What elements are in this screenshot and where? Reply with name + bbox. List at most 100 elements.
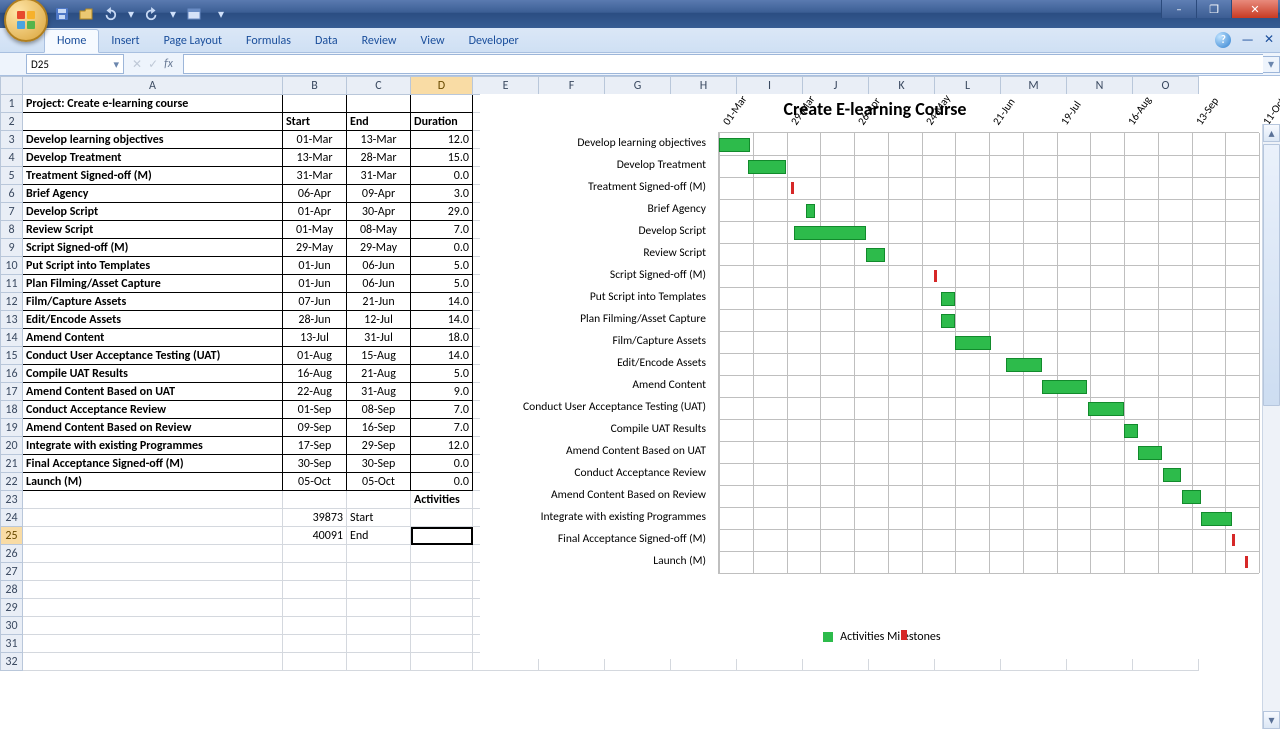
cell-D4[interactable]: 15.0 (411, 149, 473, 167)
vertical-scrollbar[interactable]: ▴ ▾ (1262, 124, 1280, 729)
col-header-J[interactable]: J (803, 77, 869, 95)
cell-B16[interactable]: 16-Aug (283, 365, 347, 383)
cell-A18[interactable]: Conduct Acceptance Review (23, 401, 283, 419)
row-header-29[interactable]: 29 (1, 599, 23, 617)
cell-D21[interactable]: 0.0 (411, 455, 473, 473)
cell-D6[interactable]: 3.0 (411, 185, 473, 203)
tab-view[interactable]: View (409, 30, 457, 52)
scroll-up-icon[interactable]: ▴ (1263, 124, 1280, 142)
row-header-8[interactable]: 8 (1, 221, 23, 239)
cell-B24[interactable]: 39873 (283, 509, 347, 527)
cell-C14[interactable]: 31-Jul (347, 329, 411, 347)
row-header-4[interactable]: 4 (1, 149, 23, 167)
cell-C32[interactable] (347, 653, 411, 671)
col-header-F[interactable]: F (539, 77, 605, 95)
cell-C12[interactable]: 21-Jun (347, 293, 411, 311)
row-header-26[interactable]: 26 (1, 545, 23, 563)
cell-A13[interactable]: Edit/Encode Assets (23, 311, 283, 329)
tab-page-layout[interactable]: Page Layout (152, 30, 234, 52)
cell-A21[interactable]: Final Acceptance Signed-off (M) (23, 455, 283, 473)
row-header-10[interactable]: 10 (1, 257, 23, 275)
cell-B7[interactable]: 01-Apr (283, 203, 347, 221)
col-header-B[interactable]: B (283, 77, 347, 95)
cell-A7[interactable]: Develop Script (23, 203, 283, 221)
cell-B29[interactable] (283, 599, 347, 617)
row-header-13[interactable]: 13 (1, 311, 23, 329)
cell-A27[interactable] (23, 563, 283, 581)
save-icon[interactable] (54, 6, 70, 22)
cell-C11[interactable]: 06-Jun (347, 275, 411, 293)
cell-A31[interactable] (23, 635, 283, 653)
cell-A3[interactable]: Develop learning objectives (23, 131, 283, 149)
chart-gantt[interactable]: Create E-learning Course 01-Mar29-Mar26-… (480, 94, 1270, 659)
expand-formula-bar-icon[interactable]: ▾ (1263, 56, 1280, 73)
cell-B13[interactable]: 28-Jun (283, 311, 347, 329)
row-header-12[interactable]: 12 (1, 293, 23, 311)
cell-C2[interactable]: End (347, 113, 411, 131)
cell-B20[interactable]: 17-Sep (283, 437, 347, 455)
cell-D2[interactable]: Duration (411, 113, 473, 131)
cell-C21[interactable]: 30-Sep (347, 455, 411, 473)
tab-formulas[interactable]: Formulas (234, 30, 303, 52)
cell-A26[interactable] (23, 545, 283, 563)
undo-dropdown-icon[interactable]: ▾ (126, 6, 136, 22)
cell-B31[interactable] (283, 635, 347, 653)
cell-C31[interactable] (347, 635, 411, 653)
cell-A24[interactable] (23, 509, 283, 527)
cell-D18[interactable]: 7.0 (411, 401, 473, 419)
cell-D7[interactable]: 29.0 (411, 203, 473, 221)
cell-B18[interactable]: 01-Sep (283, 401, 347, 419)
cell-B8[interactable]: 01-May (283, 221, 347, 239)
cell-C16[interactable]: 21-Aug (347, 365, 411, 383)
cell-C4[interactable]: 28-Mar (347, 149, 411, 167)
cell-D25[interactable] (411, 527, 473, 545)
cell-B5[interactable]: 31-Mar (283, 167, 347, 185)
cell-C22[interactable]: 05-Oct (347, 473, 411, 491)
cell-C3[interactable]: 13-Mar (347, 131, 411, 149)
row-header-25[interactable]: 25 (1, 527, 23, 545)
cell-A2[interactable] (23, 113, 283, 131)
cell-C27[interactable] (347, 563, 411, 581)
cell-D13[interactable]: 14.0 (411, 311, 473, 329)
cell-A5[interactable]: Treatment Signed-off (M) (23, 167, 283, 185)
cell-D30[interactable] (411, 617, 473, 635)
cell-D1[interactable] (411, 95, 473, 113)
open-icon[interactable] (78, 6, 94, 22)
cell-A29[interactable] (23, 599, 283, 617)
cell-A12[interactable]: Film/Capture Assets (23, 293, 283, 311)
cell-B15[interactable]: 01-Aug (283, 347, 347, 365)
cell-A20[interactable]: Integrate with existing Programmes (23, 437, 283, 455)
row-header-21[interactable]: 21 (1, 455, 23, 473)
cell-B9[interactable]: 29-May (283, 239, 347, 257)
cell-C15[interactable]: 15-Aug (347, 347, 411, 365)
cell-D15[interactable]: 14.0 (411, 347, 473, 365)
row-header-15[interactable]: 15 (1, 347, 23, 365)
cell-D12[interactable]: 14.0 (411, 293, 473, 311)
cell-D14[interactable]: 18.0 (411, 329, 473, 347)
col-header-M[interactable]: M (1001, 77, 1067, 95)
redo-icon[interactable] (144, 6, 160, 22)
office-button[interactable] (4, 0, 48, 42)
cell-D17[interactable]: 9.0 (411, 383, 473, 401)
row-header-31[interactable]: 31 (1, 635, 23, 653)
row-header-22[interactable]: 22 (1, 473, 23, 491)
col-header-K[interactable]: K (869, 77, 935, 95)
cell-B2[interactable]: Start (283, 113, 347, 131)
cell-C25[interactable]: End (347, 527, 411, 545)
cell-D10[interactable]: 5.0 (411, 257, 473, 275)
cell-C17[interactable]: 31-Aug (347, 383, 411, 401)
app-icon[interactable] (186, 6, 202, 22)
cell-D26[interactable] (411, 545, 473, 563)
col-header-E[interactable]: E (473, 77, 539, 95)
cell-C23[interactable] (347, 491, 411, 509)
row-header-23[interactable]: 23 (1, 491, 23, 509)
cell-A30[interactable] (23, 617, 283, 635)
cell-A19[interactable]: Amend Content Based on Review (23, 419, 283, 437)
cell-B23[interactable] (283, 491, 347, 509)
col-header-A[interactable]: A (23, 77, 283, 95)
cell-D8[interactable]: 7.0 (411, 221, 473, 239)
col-header-N[interactable]: N (1067, 77, 1133, 95)
enter-formula-icon[interactable]: ✓ (148, 57, 158, 72)
cell-B3[interactable]: 01-Mar (283, 131, 347, 149)
cell-D29[interactable] (411, 599, 473, 617)
